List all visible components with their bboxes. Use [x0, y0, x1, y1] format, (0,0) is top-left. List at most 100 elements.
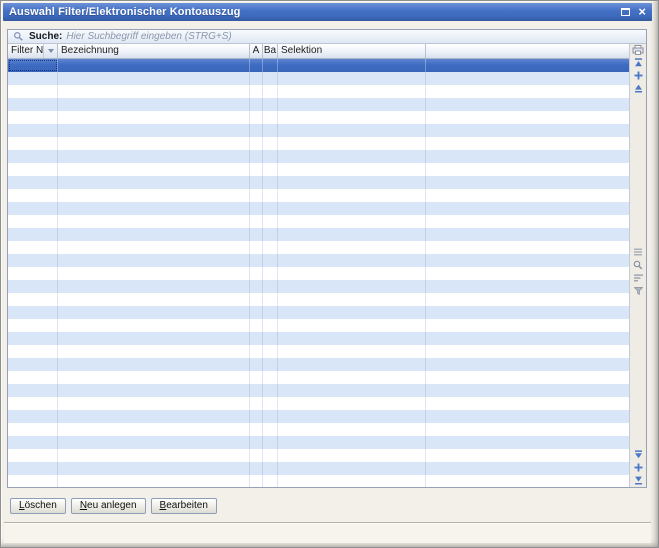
table-row[interactable] [8, 423, 629, 436]
edit-button[interactable]: Bearbeiten [151, 498, 217, 514]
table-cell [426, 228, 629, 241]
jump-first-icon[interactable] [632, 58, 645, 67]
table-row[interactable] [8, 137, 629, 150]
table-cell [8, 59, 58, 72]
table-cell [278, 358, 426, 371]
table-cell [8, 163, 58, 176]
table-cell [278, 59, 426, 72]
table-row[interactable] [8, 111, 629, 124]
table-cell [263, 319, 278, 332]
table-row[interactable] [8, 202, 629, 215]
side-toolbar-middle-group [632, 248, 645, 296]
table-row[interactable] [8, 189, 629, 202]
expand-plus-icon[interactable] [632, 463, 645, 472]
grip-icon[interactable] [632, 248, 645, 257]
table-row[interactable] [8, 345, 629, 358]
column-header-a[interactable]: A [250, 44, 263, 58]
table-row[interactable] [8, 293, 629, 306]
table-row[interactable] [8, 436, 629, 449]
column-header-bezeichnung[interactable]: Bezeichnung [58, 44, 250, 58]
table-row[interactable] [8, 462, 629, 475]
sort-icon[interactable] [632, 274, 645, 283]
table-cell [58, 215, 250, 228]
table-row-selected[interactable] [8, 59, 629, 72]
table-cell [263, 189, 278, 202]
table-cell [426, 293, 629, 306]
table-row[interactable] [8, 280, 629, 293]
side-toolbar-top-group [632, 45, 645, 93]
delete-button[interactable]: Löschen [10, 498, 66, 514]
table-cell [58, 293, 250, 306]
table-cell [278, 436, 426, 449]
table-cell [8, 475, 58, 487]
table-cell [58, 98, 250, 111]
table-row[interactable] [8, 72, 629, 85]
table-cell [278, 150, 426, 163]
table-row[interactable] [8, 319, 629, 332]
table-cell [263, 358, 278, 371]
table-cell [8, 436, 58, 449]
restore-icon[interactable] [621, 8, 630, 16]
table-row[interactable] [8, 449, 629, 462]
table-cell [250, 280, 263, 293]
table-row[interactable] [8, 306, 629, 319]
column-chooser-icon[interactable] [632, 45, 645, 54]
table-row[interactable] [8, 228, 629, 241]
table-row[interactable] [8, 410, 629, 423]
table-cell [278, 241, 426, 254]
filter-table: Filter Nr Bezeichnung A Ba Selektion [8, 44, 629, 487]
table-row[interactable] [8, 475, 629, 487]
filter-funnel-icon[interactable] [632, 287, 645, 296]
table-row[interactable] [8, 124, 629, 137]
search-label: Suche: [29, 31, 62, 43]
table-row[interactable] [8, 397, 629, 410]
new-button[interactable]: Neu anlegen [71, 498, 146, 514]
table-cell [8, 98, 58, 111]
table-row[interactable] [8, 215, 629, 228]
table-cell [250, 293, 263, 306]
table-cell [278, 202, 426, 215]
table-cell [426, 189, 629, 202]
table-cell [263, 124, 278, 137]
table-cell [278, 137, 426, 150]
table-row[interactable] [8, 176, 629, 189]
table-cell [250, 319, 263, 332]
title-bar[interactable]: Auswahl Filter/Elektronischer Kontoauszu… [3, 3, 652, 21]
zoom-magnifier-icon[interactable] [632, 261, 645, 270]
table-cell [8, 293, 58, 306]
table-row[interactable] [8, 384, 629, 397]
close-icon[interactable]: × [638, 7, 646, 17]
table-row[interactable] [8, 254, 629, 267]
search-input[interactable] [66, 31, 642, 43]
column-header-selektion[interactable]: Selektion [278, 44, 426, 58]
table-row[interactable] [8, 267, 629, 280]
table-row[interactable] [8, 371, 629, 384]
expand-plus-icon[interactable] [632, 71, 645, 80]
column-header-ba[interactable]: Ba [263, 44, 278, 58]
table-row[interactable] [8, 98, 629, 111]
column-header-filter-nr[interactable]: Filter Nr [8, 44, 58, 58]
table-row[interactable] [8, 241, 629, 254]
table-row[interactable] [8, 163, 629, 176]
table-cell [263, 98, 278, 111]
table-cell [426, 254, 629, 267]
scroll-up-icon[interactable] [632, 84, 645, 93]
sort-dropdown-button[interactable] [43, 44, 57, 58]
table-cell [8, 280, 58, 293]
table-row[interactable] [8, 85, 629, 98]
table-cell [58, 371, 250, 384]
column-header-empty[interactable] [426, 44, 629, 58]
table-row[interactable] [8, 358, 629, 371]
table-row[interactable] [8, 150, 629, 163]
scroll-down-icon[interactable] [632, 450, 645, 459]
table-row[interactable] [8, 332, 629, 345]
table-cell [278, 397, 426, 410]
table-cell [426, 423, 629, 436]
jump-last-icon[interactable] [632, 476, 645, 485]
table-cell [250, 111, 263, 124]
table-body[interactable] [8, 59, 629, 487]
table-cell [58, 267, 250, 280]
table-cell [250, 306, 263, 319]
table-cell [250, 436, 263, 449]
table-cell [278, 163, 426, 176]
